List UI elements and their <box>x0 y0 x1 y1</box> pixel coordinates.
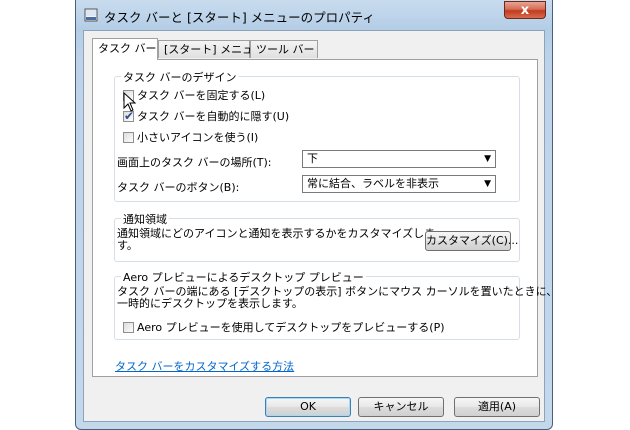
aero-peek-group: Aero プレビューによるデスクトップ プレビュー タスク バーの端にある [デ… <box>114 269 557 340</box>
taskbar-app-icon <box>84 8 98 22</box>
window-title: タスク バーと [スタート] メニューのプロパティ <box>104 10 375 25</box>
customize-button[interactable]: カスタマイズ(C)... <box>425 231 518 251</box>
small-icons-checkbox[interactable] <box>123 132 134 143</box>
buttons-value: 常に結合、ラベルを非表示 <box>307 177 439 190</box>
aero-peek-description-line2: 一時的にデスクトップを表示します。 <box>117 297 303 310</box>
notification-area-group: 通知領域 通知領域にどのアイコンと通知を表示するかをカスタマイズしま す。 カス… <box>114 211 520 262</box>
buttons-label: タスク バーのボタン(B): <box>117 181 240 194</box>
chevron-down-icon: ▼ <box>484 179 491 189</box>
lock-taskbar-label[interactable]: タスク バーを固定する(L) <box>137 89 265 102</box>
lock-taskbar-option[interactable]: タスク バーを固定する(L) <box>123 87 265 103</box>
mouse-pointer-icon <box>123 91 137 112</box>
location-label: 画面上のタスク バーの場所(T): <box>117 156 272 169</box>
cancel-button[interactable]: キャンセル <box>358 397 444 417</box>
autohide-checkbox[interactable]: ✔ <box>123 109 134 123</box>
apply-button[interactable]: 適用(A) <box>454 397 540 417</box>
small-icons-option[interactable]: 小さいアイコンを使う(I) <box>123 129 258 145</box>
location-dropdown[interactable]: 下 ▼ <box>302 150 496 168</box>
chevron-down-icon: ▼ <box>484 154 491 164</box>
aero-peek-label[interactable]: Aero プレビューを使用してデスクトップをプレビューする(P) <box>137 321 445 334</box>
aero-peek-description: タスク バーの端にある [デスクトップの表示] ボタンにマウス カーソルを置いた… <box>117 286 557 310</box>
aero-peek-group-title: Aero プレビューによるデスクトップ プレビュー <box>121 269 366 285</box>
title-bar[interactable]: タスク バーと [スタート] メニューのプロパティ x <box>76 0 552 30</box>
tab-toolbars[interactable]: ツール バー <box>250 40 318 58</box>
autohide-label[interactable]: タスク バーを自動的に隠す(U) <box>137 110 289 123</box>
tab-taskbar[interactable]: タスク バー <box>92 38 158 60</box>
notification-description-line1: 通知領域にどのアイコンと通知を表示するかをカスタマイズしま <box>117 227 436 240</box>
close-icon: x <box>520 3 530 18</box>
notification-description: 通知領域にどのアイコンと通知を表示するかをカスタマイズしま す。 <box>117 228 435 252</box>
notification-area-group-title: 通知領域 <box>121 211 169 227</box>
help-link[interactable]: タスク バーをカスタマイズする方法 <box>115 358 294 374</box>
aero-peek-option[interactable]: Aero プレビューを使用してデスクトップをプレビューする(P) <box>123 319 445 335</box>
tab-start-menu[interactable]: [スタート] メニュー <box>158 40 264 58</box>
properties-window: タスク バーと [スタート] メニューのプロパティ x タスク バー [スタート… <box>75 0 557 430</box>
taskbar-design-group-title: タスク バーのデザイン <box>121 69 239 85</box>
ok-button[interactable]: OK <box>265 397 351 417</box>
buttons-dropdown[interactable]: 常に結合、ラベルを非表示 ▼ <box>302 175 496 193</box>
notification-description-line2: す。 <box>117 239 138 252</box>
small-icons-label[interactable]: 小さいアイコンを使う(I) <box>137 131 258 144</box>
aero-peek-checkbox[interactable] <box>123 322 134 333</box>
location-value: 下 <box>307 152 318 165</box>
dialog-client-area: タスク バー [スタート] メニュー ツール バー タスク バーのデザイン タス… <box>83 30 557 422</box>
close-button[interactable]: x <box>504 1 546 19</box>
autohide-option[interactable]: ✔ タスク バーを自動的に隠す(U) <box>123 108 289 124</box>
taskbar-design-group: タスク バーのデザイン タスク バーを固定する(L) ✔ タスク バーを自動的に隠… <box>114 69 520 202</box>
taskbar-tab-panel: タスク バーのデザイン タスク バーを固定する(L) ✔ タスク バーを自動的に隠… <box>92 59 557 377</box>
